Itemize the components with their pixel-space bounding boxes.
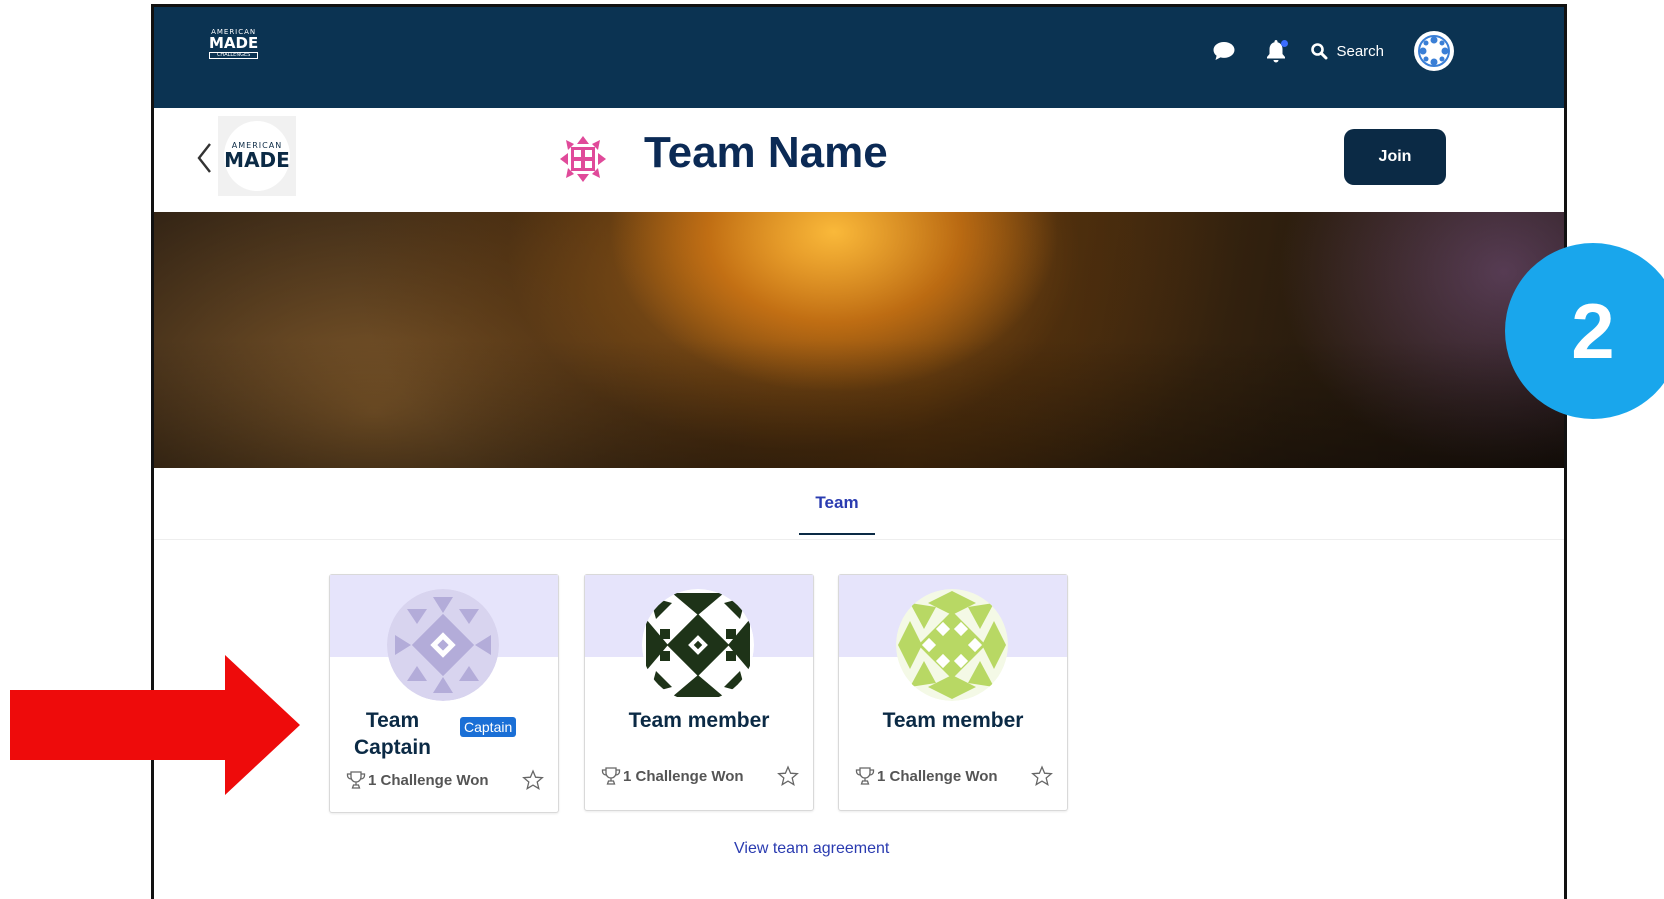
team-tabs: Team [154, 468, 1564, 540]
trophy-icon [601, 767, 621, 785]
challenges-won-text: 1 Challenge Won [877, 767, 998, 785]
chat-icon[interactable] [1210, 37, 1238, 65]
american-made-logo[interactable]: AMERICAN MADE CHALLENGES [209, 29, 259, 59]
member-avatar [896, 589, 1008, 701]
search-icon [1311, 43, 1328, 60]
challenges-won: 1 Challenge Won [601, 767, 744, 785]
user-avatar[interactable] [1414, 31, 1454, 71]
bell-icon[interactable] [1262, 37, 1290, 65]
star-icon[interactable] [522, 769, 544, 791]
captain-badge: Captain [460, 717, 517, 737]
team-identicon-icon [560, 136, 606, 182]
member-card[interactable]: Team member 1 Challenge Won [584, 574, 814, 811]
search-button[interactable]: Search [1310, 42, 1384, 60]
member-name: Team Captain [353, 709, 431, 759]
tab-team[interactable]: Team [799, 493, 875, 535]
challenges-won-text: 1 Challenge Won [368, 771, 489, 789]
star-icon[interactable] [1031, 765, 1053, 787]
card-footer: 1 Challenge Won [601, 765, 799, 787]
member-card[interactable]: Team member 1 Challenge Won [838, 574, 1068, 811]
organization-logo: AMERICAN MADE [218, 116, 296, 196]
org-logo-made: MADE [224, 148, 290, 172]
trophy-icon [346, 771, 366, 789]
nav-actions: Search [1210, 31, 1454, 71]
red-arrow-annotation [10, 655, 300, 795]
card-footer: 1 Challenge Won [346, 769, 544, 791]
back-chevron-icon[interactable] [194, 138, 216, 178]
browser-frame: AMERICAN MADE CHALLENGES Search AMERICAN… [151, 4, 1567, 899]
banner-shade [154, 212, 1564, 468]
challenges-won-text: 1 Challenge Won [623, 767, 744, 785]
challenges-won: 1 Challenge Won [346, 771, 489, 789]
top-navigation: AMERICAN MADE CHALLENGES Search [154, 7, 1564, 108]
card-footer: 1 Challenge Won [855, 765, 1053, 787]
team-title: Team Name [644, 128, 888, 177]
member-card-captain[interactable]: Team Captain Captain 1 Challenge Won [329, 574, 559, 813]
view-team-agreement-link[interactable]: View team agreement [734, 840, 889, 858]
star-icon[interactable] [777, 765, 799, 787]
member-cards: Team Captain Captain 1 Challenge Won Tea… [154, 574, 1564, 814]
trophy-icon [855, 767, 875, 785]
member-name: Team member [628, 709, 770, 732]
join-button[interactable]: Join [1344, 129, 1446, 185]
member-avatar [642, 589, 754, 701]
member-name: Team member [882, 709, 1024, 732]
team-header: AMERICAN MADE Team Name Join [154, 108, 1564, 212]
challenges-won: 1 Challenge Won [855, 767, 998, 785]
logo-line-made: MADE [209, 34, 259, 52]
search-label: Search [1336, 42, 1384, 60]
member-avatar [387, 589, 499, 701]
screenshot-stage: AMERICAN MADE CHALLENGES Search AMERICAN… [0, 0, 1664, 899]
team-banner-image [154, 212, 1564, 468]
logo-line-challenges: CHALLENGES [209, 52, 259, 59]
